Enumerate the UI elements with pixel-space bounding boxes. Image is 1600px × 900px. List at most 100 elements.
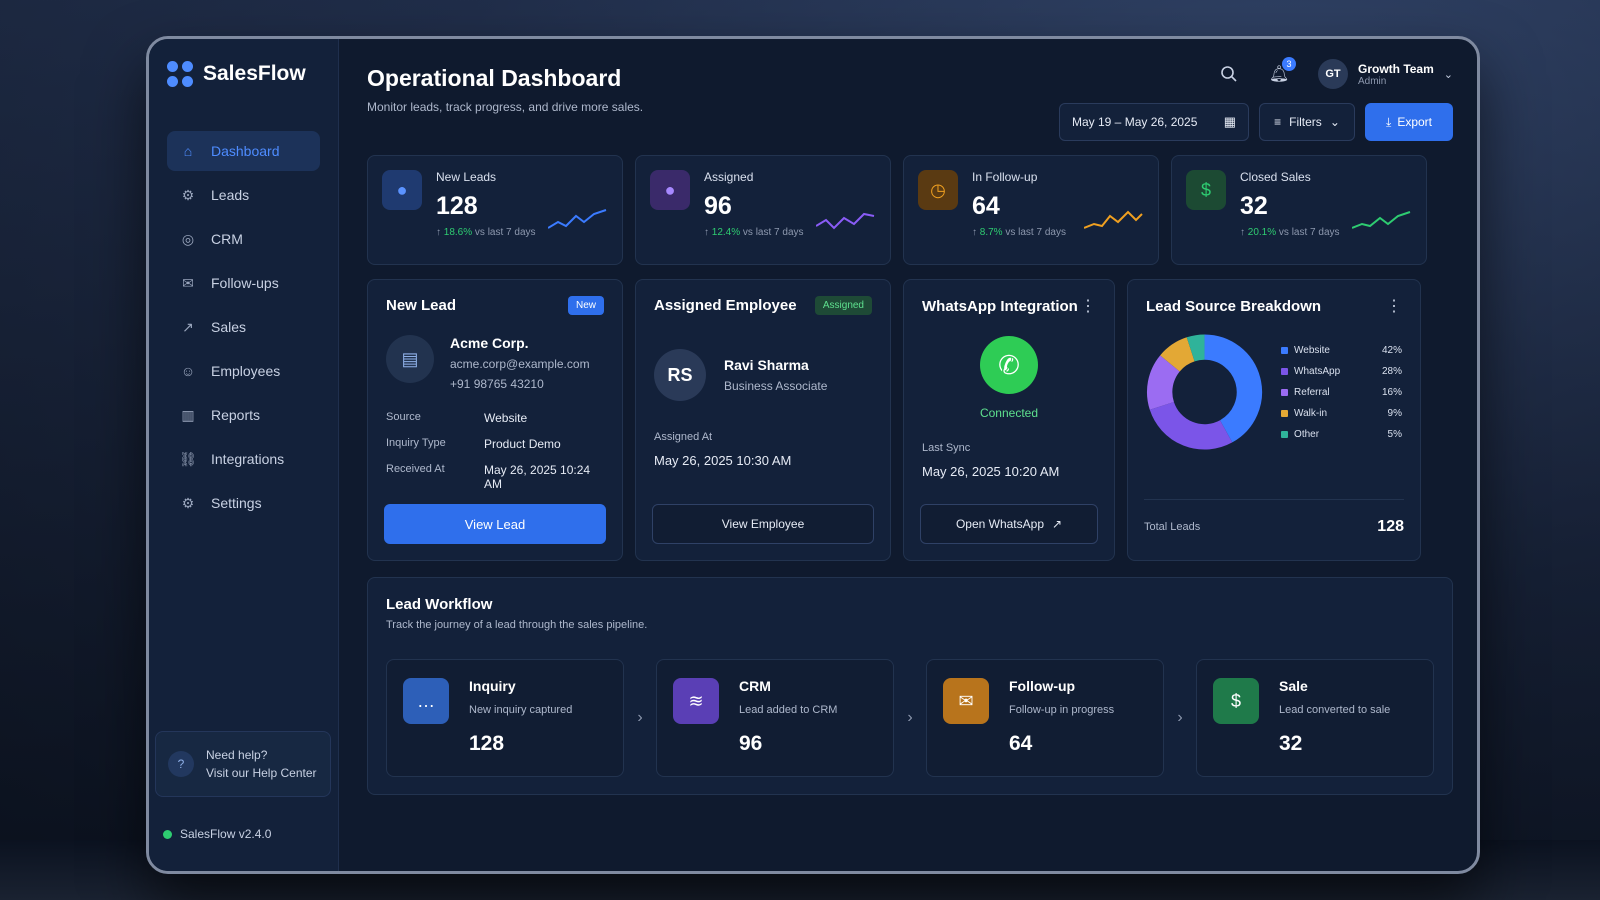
workflow-step-inquiry[interactable]: … Inquiry New inquiry captured 128	[386, 659, 624, 777]
user-icon: ☺	[180, 363, 196, 379]
sidebar-item-settings[interactable]: ⚙ Settings	[167, 483, 320, 523]
stat-card-closed-sales[interactable]: $ Closed Sales 32 ↑ 20.1% vs last 7 days	[1171, 155, 1427, 265]
legend-value: 28%	[1381, 365, 1402, 377]
legend-value: 16%	[1381, 386, 1402, 398]
calendar-icon: ▦	[1223, 114, 1236, 129]
database-icon: ≋	[673, 678, 719, 724]
sidebar-item-employees[interactable]: ☺ Employees	[167, 351, 320, 391]
status-badge: Assigned	[814, 296, 872, 315]
company-name: Acme Corp.	[450, 335, 529, 351]
sparkline	[1084, 210, 1143, 229]
step-desc: Lead converted to sale	[1279, 704, 1391, 716]
field-label: Source	[386, 411, 421, 423]
dollar-icon: $	[1186, 170, 1226, 210]
filters-button[interactable]: ≡ Filters ⌄	[1259, 103, 1355, 141]
sidebar-item-label: Sales	[211, 319, 247, 335]
main-content: Operational Dashboard Monitor leads, tra…	[339, 39, 1477, 871]
company-email[interactable]: acme.corp@example.com	[450, 357, 590, 371]
donut-slice-whatsapp	[1149, 401, 1233, 450]
legend-swatch	[1281, 430, 1289, 438]
sidebar-item-label: Settings	[211, 495, 262, 511]
chevron-down-icon: ⌄	[1329, 115, 1340, 129]
open-whatsapp-button[interactable]: Open WhatsApp ↗	[920, 504, 1098, 544]
sidebar-item-follow-ups[interactable]: ✉ Follow-ups	[167, 263, 320, 303]
legend-label: Website	[1294, 344, 1330, 356]
more-options-icon[interactable]: ⋮	[1386, 296, 1402, 316]
lead-workflow-section: Lead Workflow Track the journey of a lea…	[367, 577, 1453, 795]
sidebar-item-label: CRM	[211, 231, 243, 247]
chevron-right-icon: ›	[1177, 709, 1183, 726]
leads-icon: ⚙	[181, 186, 195, 203]
chat-icon: …	[403, 678, 449, 724]
help-link[interactable]: Visit our Help Center	[206, 764, 317, 782]
employee-name: Ravi Sharma	[724, 357, 809, 373]
user-icon: ●	[382, 170, 422, 210]
help-center-card[interactable]: ? Need help? Visit our Help Center	[155, 731, 331, 797]
stat-delta-value: 20.1%	[1247, 227, 1277, 238]
sidebar-item-dashboard[interactable]: ⌂ Dashboard	[167, 131, 320, 171]
lead-source-card: Lead Source Breakdown ⋮ Website 42% WhatsA…	[1127, 279, 1421, 561]
workflow-step-sale[interactable]: $ Sale Lead converted to sale 32	[1196, 659, 1434, 777]
search-button[interactable]	[1218, 63, 1240, 85]
integrations-icon: ⛓	[179, 450, 197, 467]
stat-delta-suffix: vs last 7 days	[742, 227, 804, 238]
view-lead-button[interactable]: View Lead	[384, 504, 606, 544]
field-value: Product Demo	[484, 437, 561, 451]
chevron-right-icon: ›	[637, 709, 643, 726]
date-range-picker[interactable]: May 19 – May 26, 2025 ▦	[1059, 103, 1249, 141]
sidebar-item-label: Employees	[211, 363, 281, 379]
sidebar-item-crm[interactable]: ◎ CRM	[167, 219, 320, 259]
export-button[interactable]: ⤓ Export	[1365, 103, 1453, 141]
company-phone[interactable]: +91 98765 43210	[450, 377, 590, 391]
user-menu[interactable]: GT Growth Team Admin ⌄	[1317, 59, 1453, 89]
donut-slice-other	[1186, 334, 1206, 362]
avatar: GT	[1317, 59, 1348, 89]
donut-chart	[1146, 334, 1263, 450]
monitor-screen: SalesFlow ⌂ Dashboard ⚙ Leads ◎ CRM ✉ Follow…	[146, 36, 1480, 874]
sidebar-item-integrations[interactable]: ⛓ Integrations	[167, 439, 320, 479]
stat-delta-value: 18.6%	[443, 227, 473, 238]
workflow-step-crm[interactable]: ≋ CRM Lead added to CRM 96	[656, 659, 894, 777]
step-name: CRM	[739, 678, 771, 694]
legend-item-referral: Referral 16%	[1281, 387, 1402, 398]
legend-value: 9%	[1387, 407, 1402, 419]
view-employee-button[interactable]: View Employee	[652, 504, 874, 544]
stat-delta-suffix: vs last 7 days	[474, 227, 536, 238]
sidebar-nav: ⌂ Dashboard ⚙ Leads ◎ CRM ✉ Follow-ups ↗ Sale…	[167, 131, 320, 523]
last-sync-label: Last Sync	[922, 442, 971, 454]
workflow-step-follow-up[interactable]: ✉ Follow-up Follow-up in progress 64	[926, 659, 1164, 777]
chart-legend: Website 42% WhatsApp 28% Referral 16% Walk-in 9…	[1281, 345, 1402, 440]
sidebar-item-reports[interactable]: ▥ Reports	[167, 395, 320, 435]
more-options-icon[interactable]: ⋮	[1080, 296, 1096, 316]
date-range-value: May 19 – May 26, 2025	[1072, 115, 1198, 129]
chevron-down-icon: ⌄	[1443, 68, 1453, 81]
stat-card-assigned[interactable]: ● Assigned 96 ↑ 12.4% vs last 7 days	[635, 155, 891, 265]
external-link-icon: ↗	[1052, 517, 1063, 531]
step-desc: Lead added to CRM	[739, 704, 838, 716]
step-desc: New inquiry captured	[469, 704, 573, 716]
stat-label: New Leads	[436, 170, 497, 184]
avatar: RS	[654, 349, 706, 401]
sidebar-item-sales[interactable]: ↗ Sales	[167, 307, 320, 347]
mail-icon: ✉	[943, 678, 989, 724]
sidebar-item-leads[interactable]: ⚙ Leads	[167, 175, 320, 215]
step-name: Inquiry	[469, 678, 516, 694]
field-value: Website	[484, 411, 528, 425]
last-sync-value: May 26, 2025 10:20 AM	[922, 464, 1060, 479]
notifications-button[interactable]: 🔔︎ 3	[1268, 57, 1296, 85]
step-desc: Follow-up in progress	[1009, 704, 1115, 716]
app-logo[interactable]: SalesFlow	[167, 61, 320, 87]
stat-value: 64	[972, 192, 1000, 220]
legend-label: WhatsApp	[1294, 365, 1341, 377]
new-lead-card: New Lead New ▤ Acme Corp. acme.corp@exam…	[367, 279, 623, 561]
bar-chart-icon: ▥	[181, 406, 195, 423]
filters-label: Filters	[1289, 115, 1322, 129]
legend-value: 42%	[1381, 344, 1402, 356]
status-badge: New	[567, 296, 604, 315]
total-leads-value: 128	[1377, 518, 1404, 535]
sparkline	[548, 209, 607, 229]
stat-card-new-leads[interactable]: ● New Leads 128 ↑ 18.6% vs last 7 days	[367, 155, 623, 265]
page-title: Operational Dashboard	[367, 65, 622, 91]
stat-card-in-follow-up[interactable]: ◷ In Follow-up 64 ↑ 8.7% vs last 7 days	[903, 155, 1159, 265]
stat-delta: ↑ 20.1% vs last 7 days	[1240, 227, 1340, 238]
